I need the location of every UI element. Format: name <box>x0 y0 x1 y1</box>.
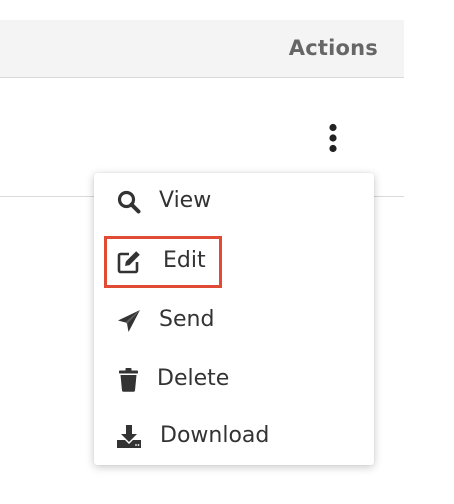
menu-item-label: View <box>159 188 212 213</box>
actions-dropdown-menu: View Edit Send Delete Download <box>94 173 374 465</box>
search-icon <box>116 189 142 215</box>
edit-icon <box>116 249 142 275</box>
menu-item-label: Download <box>160 423 270 448</box>
actions-column-header: Actions <box>288 36 378 60</box>
menu-item-label: Delete <box>157 366 230 391</box>
send-icon <box>116 308 142 334</box>
menu-item-send[interactable]: Send <box>94 296 374 344</box>
page: Actions View Edit Send Delete Download <box>0 0 454 504</box>
more-vertical-icon <box>329 123 337 153</box>
table-header: Actions <box>0 20 404 78</box>
menu-item-view[interactable]: View <box>94 177 374 225</box>
row-actions-button[interactable] <box>322 123 344 153</box>
menu-item-edit[interactable]: Edit <box>94 236 374 288</box>
menu-item-label: Send <box>159 307 215 332</box>
menu-item-label: Edit <box>163 248 206 273</box>
trash-icon <box>116 367 142 393</box>
download-icon <box>116 424 142 450</box>
menu-item-download[interactable]: Download <box>94 412 374 460</box>
menu-item-delete[interactable]: Delete <box>94 355 374 403</box>
